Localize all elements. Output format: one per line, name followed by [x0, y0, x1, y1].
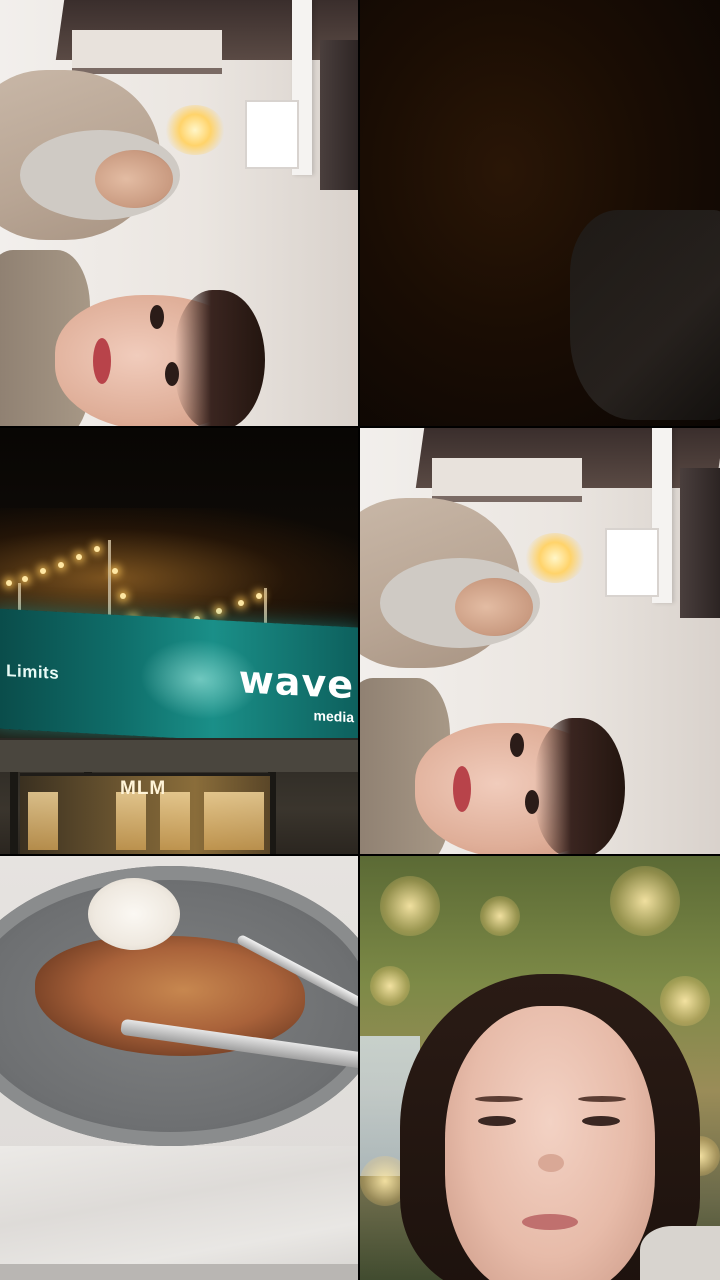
store-window — [116, 792, 146, 850]
nose — [538, 1154, 564, 1172]
eye — [582, 1116, 620, 1126]
ceiling-beam — [432, 458, 582, 502]
bokeh-light — [480, 896, 520, 936]
tile-night-street: d Limits wave media MLM — [0, 428, 358, 854]
string-light-bulb — [112, 568, 118, 574]
tile-dark — [360, 0, 720, 426]
photo-collage: d Limits wave media MLM — [0, 0, 720, 1280]
table-edge — [0, 1264, 358, 1280]
eye — [510, 733, 524, 757]
hoodie-collar — [640, 1226, 720, 1280]
billboard-brand: wave — [238, 657, 354, 708]
store-window — [234, 792, 264, 850]
string-light-bulb — [238, 600, 244, 606]
foreground-person-hair — [535, 718, 625, 854]
string-light-bulb — [256, 593, 262, 599]
string-light-bulb — [216, 608, 222, 614]
string-light-bulb — [6, 580, 12, 586]
dark-object — [570, 210, 720, 420]
billboard-left-text: d Limits — [0, 660, 60, 683]
lamp-light — [165, 105, 225, 155]
store-window — [160, 792, 190, 850]
tile-selfie-trees — [360, 856, 720, 1280]
face — [445, 1006, 655, 1280]
foreground-person-hair — [175, 290, 265, 426]
string-light-bulb — [40, 568, 46, 574]
table — [245, 100, 299, 169]
eye — [478, 1116, 516, 1126]
bokeh-light — [660, 976, 710, 1026]
string-light-bulb — [58, 562, 64, 568]
bokeh-light — [610, 866, 680, 936]
eyebrow — [475, 1096, 523, 1102]
lamp-light — [525, 533, 585, 583]
string-light-bulb — [120, 593, 126, 599]
tile-food-plate — [0, 856, 358, 1280]
billboard-brand-sub: media — [313, 707, 354, 726]
bokeh-light — [370, 966, 410, 1006]
led-billboard: d Limits wave media — [0, 608, 358, 748]
bokeh-light — [380, 876, 440, 936]
building-soffit — [0, 740, 358, 772]
building-column — [10, 772, 18, 854]
string-light-bulb — [94, 546, 100, 552]
ceiling-beam — [72, 30, 222, 74]
mouth — [522, 1214, 578, 1230]
chair — [680, 468, 720, 618]
whipped-cream — [88, 878, 180, 950]
background-person-face — [95, 150, 173, 208]
lips — [93, 338, 111, 384]
store-sign: MLM — [120, 778, 167, 799]
tile-selfie-rotated-2 — [360, 428, 720, 854]
store-window — [204, 792, 234, 850]
eye — [165, 362, 179, 386]
eye — [525, 790, 539, 814]
table — [605, 528, 659, 597]
eyebrow — [578, 1096, 626, 1102]
lips — [453, 766, 471, 812]
eye — [150, 305, 164, 329]
string-light-bulb — [22, 576, 28, 582]
chair — [320, 40, 358, 190]
store-window — [28, 792, 58, 850]
background-person-face — [455, 578, 533, 636]
tile-selfie-rotated-1 — [0, 0, 358, 426]
string-light-bulb — [76, 554, 82, 560]
marble-table — [0, 1146, 358, 1280]
